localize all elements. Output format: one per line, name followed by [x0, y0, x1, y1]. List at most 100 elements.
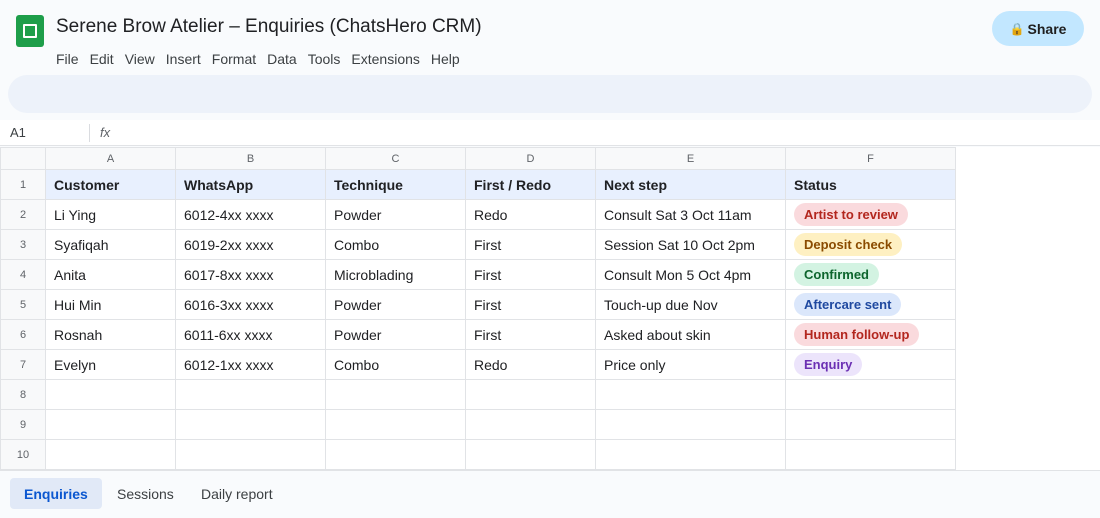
menu-format[interactable]: Format [212, 51, 256, 67]
cell-f8[interactable] [785, 379, 956, 410]
cell-a4[interactable]: Anita [45, 259, 176, 290]
cell-e6[interactable]: Asked about skin [595, 319, 786, 350]
share-button[interactable]: 🔒 Share [992, 11, 1084, 46]
cell-a9[interactable] [45, 409, 176, 440]
cell-c1[interactable]: Technique [325, 169, 466, 200]
column-header-c[interactable]: C [325, 147, 466, 170]
cell-b6[interactable]: 6011-6xx xxxx [175, 319, 326, 350]
sheet-tab-enquiries[interactable]: Enquiries [10, 478, 102, 509]
table-row: 2 Li Ying 6012-4xx xxxx Powder Redo Consult S… [0, 199, 956, 230]
row-header-4[interactable]: 4 [0, 259, 46, 290]
cell-b3[interactable]: 6019-2xx xxxx [175, 229, 326, 260]
cell-d8[interactable] [465, 379, 596, 410]
menu-edit[interactable]: Edit [90, 51, 114, 67]
row-header-2[interactable]: 2 [0, 199, 46, 230]
status-badge: Confirmed [794, 263, 879, 286]
row-header-7[interactable]: 7 [0, 349, 46, 380]
title-bar: Serene Brow Atelier – Enquiries (ChatsHe… [0, 0, 1100, 74]
cell-d7[interactable]: Redo [465, 349, 596, 380]
cell-a3[interactable]: Syafiqah [45, 229, 176, 260]
cell-e3[interactable]: Session Sat 10 Oct 2pm [595, 229, 786, 260]
cell-e10[interactable] [595, 439, 786, 470]
menu-extensions[interactable]: Extensions [351, 51, 419, 67]
row-header-5[interactable]: 5 [0, 289, 46, 320]
cell-c6[interactable]: Powder [325, 319, 466, 350]
cell-d2[interactable]: Redo [465, 199, 596, 230]
cell-d1[interactable]: First / Redo [465, 169, 596, 200]
document-title[interactable]: Serene Brow Atelier – Enquiries (ChatsHe… [56, 16, 482, 38]
cell-f2[interactable]: Artist to review [785, 199, 956, 230]
menu-view[interactable]: View [125, 51, 155, 67]
menu-tools[interactable]: Tools [308, 51, 341, 67]
cell-a8[interactable] [45, 379, 176, 410]
table-row: 6 Rosnah 6011-6xx xxxx Powder First Asked abo… [0, 319, 956, 350]
column-header-a[interactable]: A [45, 147, 176, 170]
row-header-6[interactable]: 6 [0, 319, 46, 350]
cell-f4[interactable]: Confirmed [785, 259, 956, 290]
cell-a2[interactable]: Li Ying [45, 199, 176, 230]
cell-f5[interactable]: Aftercare sent [785, 289, 956, 320]
cell-b5[interactable]: 6016-3xx xxxx [175, 289, 326, 320]
column-header-e[interactable]: E [595, 147, 786, 170]
cell-d6[interactable]: First [465, 319, 596, 350]
sheet-tab-sessions[interactable]: Sessions [103, 478, 188, 509]
cell-b1[interactable]: WhatsApp [175, 169, 326, 200]
table-row: 7 Evelyn 6012-1xx xxxx Combo Redo Price only E… [0, 349, 956, 380]
cell-c10[interactable] [325, 439, 466, 470]
row-header-10[interactable]: 10 [0, 439, 46, 470]
cell-a6[interactable]: Rosnah [45, 319, 176, 350]
cell-a5[interactable]: Hui Min [45, 289, 176, 320]
select-all-corner[interactable] [0, 147, 46, 170]
cell-b4[interactable]: 6017-8xx xxxx [175, 259, 326, 290]
cell-a1[interactable]: Customer [45, 169, 176, 200]
column-header-f[interactable]: F [785, 147, 956, 170]
cell-d3[interactable]: First [465, 229, 596, 260]
cell-d10[interactable] [465, 439, 596, 470]
cell-c9[interactable] [325, 409, 466, 440]
row-header-1[interactable]: 1 [0, 169, 46, 200]
cell-b7[interactable]: 6012-1xx xxxx [175, 349, 326, 380]
cell-f9[interactable] [785, 409, 956, 440]
cell-a7[interactable]: Evelyn [45, 349, 176, 380]
menu-help[interactable]: Help [431, 51, 460, 67]
cell-b2[interactable]: 6012-4xx xxxx [175, 199, 326, 230]
cell-f10[interactable] [785, 439, 956, 470]
row-header-9[interactable]: 9 [0, 409, 46, 440]
cell-f7[interactable]: Enquiry [785, 349, 956, 380]
cell-f6[interactable]: Human follow-up [785, 319, 956, 350]
column-header-d[interactable]: D [465, 147, 596, 170]
cell-c5[interactable]: Powder [325, 289, 466, 320]
cell-c8[interactable] [325, 379, 466, 410]
cell-d9[interactable] [465, 409, 596, 440]
cell-b10[interactable] [175, 439, 326, 470]
menu-insert[interactable]: Insert [166, 51, 201, 67]
cell-e4[interactable]: Consult Mon 5 Oct 4pm [595, 259, 786, 290]
cell-f3[interactable]: Deposit check [785, 229, 956, 260]
name-box[interactable]: A1 [10, 125, 26, 140]
cell-f1[interactable]: Status [785, 169, 956, 200]
cell-d5[interactable]: First [465, 289, 596, 320]
menu-file[interactable]: File [56, 51, 79, 67]
cell-d4[interactable]: First [465, 259, 596, 290]
sheets-logo-icon[interactable] [16, 15, 44, 47]
cell-c4[interactable]: Microblading [325, 259, 466, 290]
cell-c3[interactable]: Combo [325, 229, 466, 260]
cell-e8[interactable] [595, 379, 786, 410]
cell-e2[interactable]: Consult Sat 3 Oct 11am [595, 199, 786, 230]
row-header-3[interactable]: 3 [0, 229, 46, 260]
cell-b8[interactable] [175, 379, 326, 410]
fx-icon: fx [100, 125, 111, 140]
cell-e7[interactable]: Price only [595, 349, 786, 380]
cell-a10[interactable] [45, 439, 176, 470]
column-header-b[interactable]: B [175, 147, 326, 170]
cell-e9[interactable] [595, 409, 786, 440]
cell-e1[interactable]: Next step [595, 169, 786, 200]
cell-c2[interactable]: Powder [325, 199, 466, 230]
sheet-tab-daily-report[interactable]: Daily report [187, 478, 287, 509]
row-header-8[interactable]: 8 [0, 379, 46, 410]
cell-e5[interactable]: Touch-up due Nov [595, 289, 786, 320]
cell-b9[interactable] [175, 409, 326, 440]
table-row: 9 [0, 409, 956, 440]
cell-c7[interactable]: Combo [325, 349, 466, 380]
menu-data[interactable]: Data [267, 51, 297, 67]
